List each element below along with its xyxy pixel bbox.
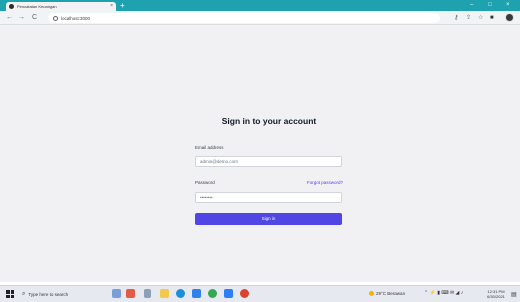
close-window-button[interactable]: × (506, 1, 510, 10)
sign-in-button[interactable]: Sign in (195, 213, 342, 225)
page-viewport: Sign in to your account Email address Pa… (0, 25, 520, 282)
forward-button[interactable]: → (18, 13, 25, 23)
email-label: Email address (195, 145, 224, 150)
share-icon[interactable]: ⇪ (466, 14, 471, 22)
taskbar-search-placeholder: Type here to search (28, 292, 69, 297)
new-tab-button[interactable]: + (120, 1, 125, 10)
favicon-icon (9, 4, 14, 9)
vscode-app-icon[interactable] (224, 289, 233, 298)
address-bar-url: localhost:3000 (61, 15, 91, 21)
back-button[interactable]: ← (6, 13, 13, 23)
email-field[interactable] (195, 156, 342, 167)
clock-date: 6/30/2021 (487, 294, 505, 299)
forgot-password-link[interactable]: Forgot password? (290, 180, 343, 185)
chrome-app-icon-3[interactable] (240, 289, 249, 298)
browser-toolbar: ← → C localhost:3000 ⚷ ⇪ ☆ ■ (0, 11, 520, 25)
system-tray-icons[interactable]: ⌃ ⚡ ▮ ⌨ ✉ ◢ ♪ (424, 290, 463, 296)
password-label: Password (195, 180, 215, 185)
maximize-button[interactable]: □ (488, 1, 492, 10)
paint-app-icon[interactable] (112, 289, 121, 298)
taskbar: ⌕ Type here to search 29°C Berawan ⌃ ⚡ ▮… (0, 285, 520, 302)
taskbar-clock[interactable]: 12:31 PM 6/30/2021 (484, 289, 508, 299)
windows-start-icon[interactable] (6, 290, 14, 298)
store-app-icon[interactable] (192, 289, 201, 298)
weather-text: 29°C Berawan (376, 291, 406, 296)
page-title: Sign in to your account (221, 116, 317, 126)
profile-avatar[interactable] (505, 13, 514, 22)
password-field[interactable] (195, 192, 342, 203)
address-bar[interactable]: localhost:3000 (48, 13, 440, 23)
task-view-icon[interactable] (144, 289, 151, 298)
chrome-app-icon-2[interactable] (208, 289, 217, 298)
search-icon: ⌕ (22, 291, 26, 297)
browser-tab[interactable]: Pencatatan Keuangan × (6, 2, 116, 11)
tab-close-icon[interactable]: × (110, 4, 113, 9)
minimize-button[interactable]: – (470, 1, 473, 10)
chrome-app-icon[interactable] (126, 289, 135, 298)
browser-tab-strip: Pencatatan Keuangan × + – □ × (0, 0, 520, 11)
file-explorer-icon[interactable] (160, 289, 169, 298)
tab-title: Pencatatan Keuangan (17, 4, 57, 9)
taskbar-search[interactable]: ⌕ Type here to search (22, 289, 100, 300)
reload-button[interactable]: C (32, 13, 37, 23)
edge-app-icon[interactable] (176, 289, 185, 298)
extensions-icon[interactable]: ■ (490, 14, 494, 22)
bookmark-star-icon[interactable]: ☆ (478, 14, 483, 22)
notification-icon[interactable]: ▤ (511, 291, 517, 298)
key-icon[interactable]: ⚷ (454, 14, 458, 22)
screen: Pencatatan Keuangan × + – □ × ← → C loca… (0, 0, 520, 302)
site-info-icon[interactable] (53, 15, 58, 21)
weather-widget[interactable]: 29°C Berawan (369, 291, 405, 296)
weather-sun-icon (369, 291, 374, 296)
